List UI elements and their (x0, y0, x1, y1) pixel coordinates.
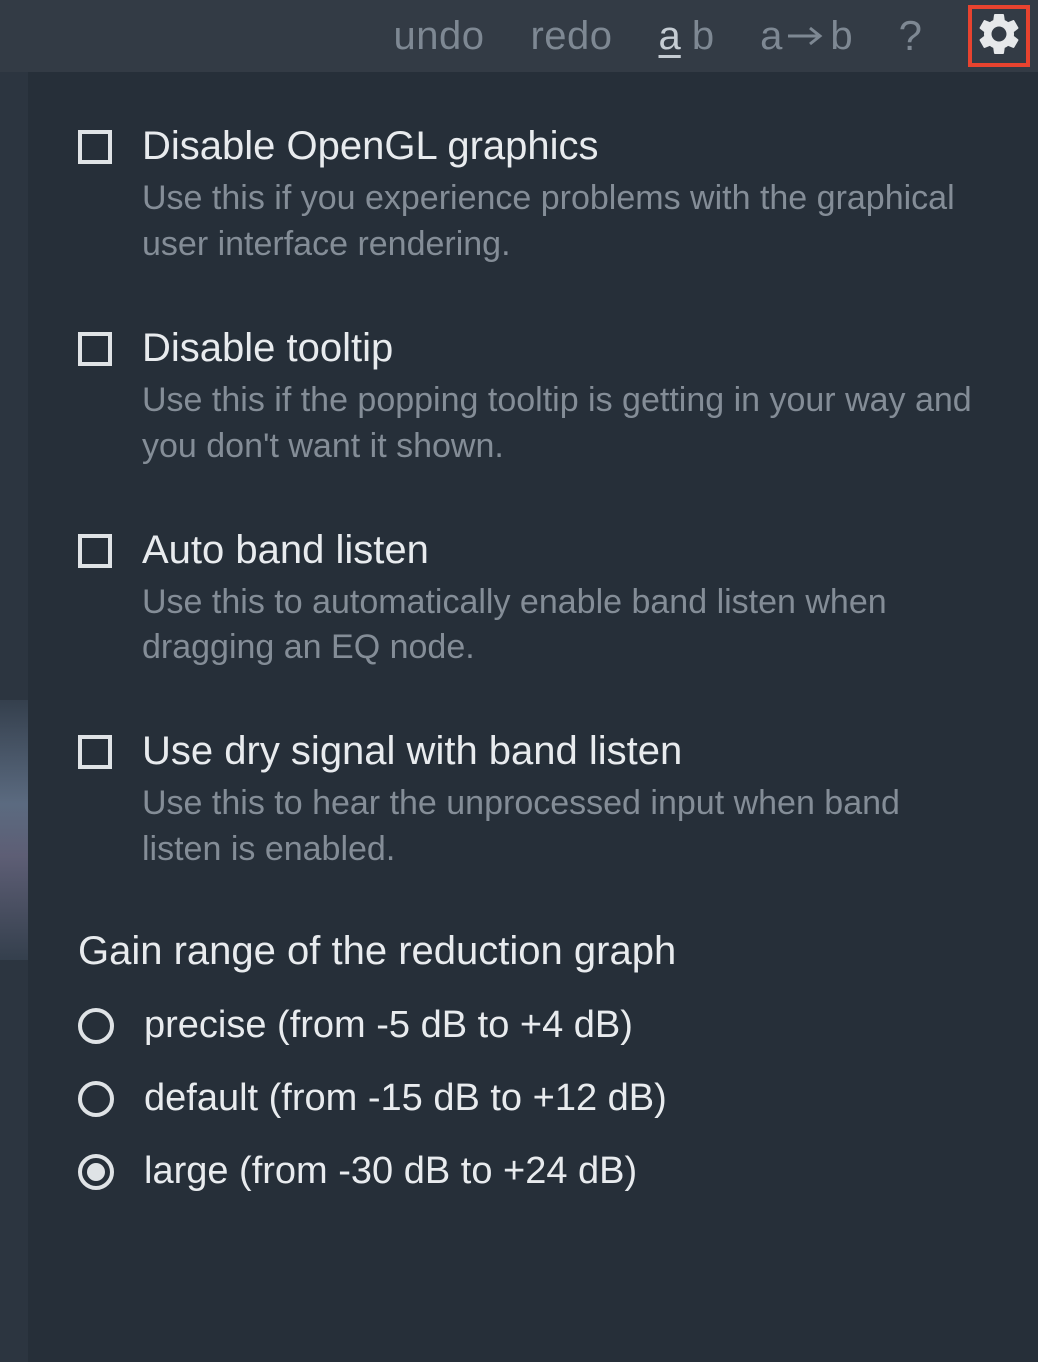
gear-icon (974, 9, 1024, 64)
settings-panel: Disable OpenGL graphics Use this if you … (28, 72, 1038, 1362)
help-button[interactable]: ? (899, 12, 922, 60)
option-disable-opengl: Disable OpenGL graphics Use this if you … (78, 122, 988, 268)
radio-label: precise (from -5 dB to +4 dB) (144, 1004, 633, 1047)
arrow-right-icon (786, 24, 826, 48)
left-edge-strip (0, 0, 28, 1362)
option-text: Disable OpenGL graphics Use this if you … (142, 122, 988, 268)
radio-row-default: default (from -15 dB to +12 dB) (78, 1077, 988, 1120)
option-description: Use this to automatically enable band li… (142, 580, 988, 672)
radio-row-large: large (from -30 dB to +24 dB) (78, 1150, 988, 1193)
radio-row-precise: precise (from -5 dB to +4 dB) (78, 1004, 988, 1047)
checkbox-disable-opengl[interactable] (78, 130, 112, 164)
option-description: Use this if you experience problems with… (142, 176, 988, 268)
radio-label: large (from -30 dB to +24 dB) (144, 1150, 637, 1193)
option-text: Disable tooltip Use this if the popping … (142, 324, 988, 470)
option-disable-tooltip: Disable tooltip Use this if the popping … (78, 324, 988, 470)
left-edge-gradient (0, 700, 28, 960)
option-description: Use this to hear the unprocessed input w… (142, 781, 988, 873)
toolbar: undo redo a b a b ? (0, 0, 1038, 72)
redo-button[interactable]: redo (530, 14, 612, 59)
radio-label: default (from -15 dB to +12 dB) (144, 1077, 667, 1120)
option-title: Disable OpenGL graphics (142, 122, 988, 170)
ab-a-label: a (659, 14, 681, 58)
option-title: Use dry signal with band listen (142, 727, 988, 775)
ab-b-label: b (692, 14, 714, 58)
radio-gain-default[interactable] (78, 1081, 114, 1117)
ab-copy-a-label: a (760, 14, 782, 59)
ab-copy-button[interactable]: a b (760, 14, 853, 59)
option-text: Use dry signal with band listen Use this… (142, 727, 988, 873)
option-dry-signal-band-listen: Use dry signal with band listen Use this… (78, 727, 988, 873)
checkbox-dry-signal-band-listen[interactable] (78, 735, 112, 769)
settings-button[interactable] (968, 5, 1030, 67)
option-text: Auto band listen Use this to automatical… (142, 526, 988, 672)
option-title: Disable tooltip (142, 324, 988, 372)
radio-gain-precise[interactable] (78, 1008, 114, 1044)
checkbox-disable-tooltip[interactable] (78, 332, 112, 366)
ab-copy-b-label: b (830, 14, 852, 59)
option-title: Auto band listen (142, 526, 988, 574)
option-auto-band-listen: Auto band listen Use this to automatical… (78, 526, 988, 672)
radio-gain-large[interactable] (78, 1154, 114, 1190)
ab-compare-button[interactable]: a b (659, 14, 715, 59)
option-description: Use this if the popping tooltip is getti… (142, 378, 988, 470)
gain-range-heading: Gain range of the reduction graph (78, 929, 988, 974)
checkbox-auto-band-listen[interactable] (78, 534, 112, 568)
undo-button[interactable]: undo (393, 14, 484, 59)
